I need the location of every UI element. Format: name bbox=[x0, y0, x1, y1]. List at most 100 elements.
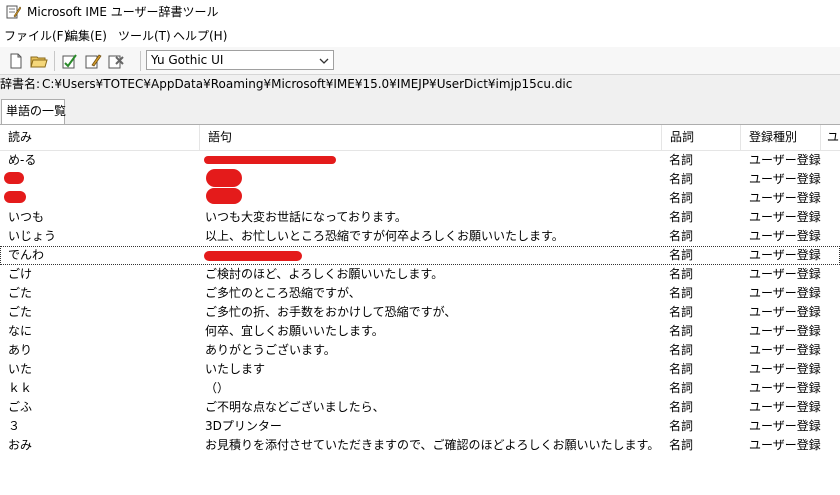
table-row-selected[interactable]: でんわ 名詞 ユーザー登録 bbox=[0, 246, 840, 265]
cell-type: ユーザー登録 bbox=[749, 267, 821, 281]
cell-hinshi: 名詞 bbox=[669, 229, 694, 243]
cell-goku: いたします bbox=[205, 362, 266, 376]
table-row[interactable]: ごた ご多忙の折、お手数をおかけして恐縮ですが、 名詞 ユーザー登録 bbox=[0, 303, 840, 322]
dictionary-path-value: C:¥Users¥TOTEC¥AppData¥Roaming¥Microsoft… bbox=[42, 77, 573, 91]
cell-yomi: ｋｋ bbox=[8, 381, 33, 395]
cell-hinshi: 名詞 bbox=[669, 153, 694, 167]
cell-goku: ご多忙の折、お手数をおかけして恐縮ですが、 bbox=[205, 305, 457, 319]
menu-file[interactable]: ファイル(F) bbox=[4, 28, 68, 44]
cell-yomi: いた bbox=[8, 362, 33, 376]
cell-yomi: おみ bbox=[8, 438, 33, 452]
cell-type: ユーザー登録 bbox=[749, 419, 821, 433]
cell-type: ユーザー登録 bbox=[749, 324, 821, 338]
table-row[interactable]: いつも いつも大変お世話になっております。 名詞 ユーザー登録 bbox=[0, 208, 840, 227]
cell-hinshi: 名詞 bbox=[669, 324, 694, 338]
column-header-label: 品詞 bbox=[670, 130, 695, 144]
cell-hinshi: 名詞 bbox=[669, 362, 694, 376]
cell-yomi: いつも bbox=[8, 210, 45, 224]
table-row[interactable]: 名詞 ユーザー登録 bbox=[0, 170, 840, 189]
column-header-label: 登録種別 bbox=[749, 130, 798, 144]
tab-word-list-label: 単語の一覧 bbox=[6, 104, 67, 118]
column-header-goku[interactable]: 語句 bbox=[200, 125, 662, 150]
cell-yomi: ごふ bbox=[8, 400, 33, 414]
open-folder-icon[interactable] bbox=[29, 51, 49, 71]
table-row[interactable]: ごた ご多忙のところ恐縮ですが、 名詞 ユーザー登録 bbox=[0, 284, 840, 303]
column-header-label: ユ bbox=[827, 130, 840, 144]
table-row[interactable]: め-る 名詞 ユーザー登録 bbox=[0, 151, 840, 170]
tab-word-list[interactable]: 単語の一覧 bbox=[1, 99, 67, 124]
cell-type: ユーザー登録 bbox=[749, 343, 821, 357]
cell-goku: ありがとうございます。 bbox=[205, 343, 336, 357]
column-header-comment[interactable]: ユ bbox=[821, 125, 840, 150]
cell-yomi bbox=[8, 189, 198, 208]
cell-hinshi: 名詞 bbox=[669, 248, 694, 262]
menu-edit[interactable]: 編集(E) bbox=[66, 28, 107, 44]
redaction-mark bbox=[204, 251, 302, 261]
table-row[interactable]: ごけ ご検討のほど、よろしくお願いいたします。 名詞 ユーザー登録 bbox=[0, 265, 840, 284]
column-header-label: 読み bbox=[8, 130, 33, 144]
register-word-icon[interactable] bbox=[60, 51, 80, 71]
cell-type: ユーザー登録 bbox=[749, 362, 821, 376]
cell-type: ユーザー登録 bbox=[749, 172, 821, 186]
table-row[interactable]: いた いたします 名詞 ユーザー登録 bbox=[0, 360, 840, 379]
cell-yomi: ごた bbox=[8, 286, 33, 300]
menu-help[interactable]: ヘルプ(H) bbox=[173, 28, 227, 44]
redaction-mark bbox=[204, 156, 336, 164]
cell-goku: （） bbox=[205, 381, 230, 395]
cell-type: ユーザー登録 bbox=[749, 191, 821, 205]
cell-yomi: なに bbox=[8, 324, 33, 338]
table-row[interactable]: いじょう 以上、お忙しいところ恐縮ですが何卒よろしくお願いいたします。 名詞 ユ… bbox=[0, 227, 840, 246]
cell-goku: ご多忙のところ恐縮ですが、 bbox=[205, 286, 361, 300]
dictionary-path-label: 辞書名: bbox=[0, 77, 41, 91]
cell-yomi: め-る bbox=[8, 153, 37, 167]
column-header-yomi[interactable]: 読み bbox=[0, 125, 200, 150]
cell-type: ユーザー登録 bbox=[749, 438, 821, 452]
new-file-icon[interactable] bbox=[6, 51, 26, 71]
title-bar: Microsoft IME ユーザー辞書ツール bbox=[0, 0, 840, 24]
edit-word-icon[interactable] bbox=[83, 51, 103, 71]
cell-hinshi: 名詞 bbox=[669, 438, 694, 452]
list-header: 読み 語句 品詞 登録種別 ユ bbox=[0, 125, 840, 151]
window-title: Microsoft IME ユーザー辞書ツール bbox=[27, 5, 219, 19]
toolbar-separator bbox=[140, 51, 141, 71]
table-row[interactable]: ごふ ご不明な点などございましたら、 名詞 ユーザー登録 bbox=[0, 398, 840, 417]
table-row[interactable]: あり ありがとうございます。 名詞 ユーザー登録 bbox=[0, 341, 840, 360]
delete-word-icon[interactable] bbox=[106, 51, 126, 71]
table-row[interactable]: なに 何卒、宜しくお願いいたします。 名詞 ユーザー登録 bbox=[0, 322, 840, 341]
cell-yomi: あり bbox=[8, 343, 33, 357]
toolbar-separator bbox=[54, 51, 55, 71]
menu-tools[interactable]: ツール(T) bbox=[118, 28, 171, 44]
cell-yomi: ３ bbox=[8, 419, 21, 433]
cell-hinshi: 名詞 bbox=[669, 172, 694, 186]
cell-goku: お見積りを添付させていただきますので、ご確認のほどよろしくお願いいたします。 bbox=[205, 438, 660, 452]
cell-yomi bbox=[8, 170, 198, 189]
cell-type: ユーザー登録 bbox=[749, 210, 821, 224]
cell-hinshi: 名詞 bbox=[669, 400, 694, 414]
table-row[interactable]: おみ お見積りを添付させていただきますので、ご確認のほどよろしくお願いいたします… bbox=[0, 436, 840, 455]
font-select-value: Yu Gothic UI bbox=[151, 53, 224, 67]
toolbar: Yu Gothic UI bbox=[0, 47, 840, 75]
tab-strip: 単語の一覧 bbox=[0, 93, 840, 124]
redaction-mark bbox=[4, 172, 24, 184]
menu-bar: ファイル(F) 編集(E) ツール(T) ヘルプ(H) bbox=[0, 25, 840, 48]
column-header-type[interactable]: 登録種別 bbox=[741, 125, 821, 150]
table-row[interactable]: ｋｋ （） 名詞 ユーザー登録 bbox=[0, 379, 840, 398]
cell-hinshi: 名詞 bbox=[669, 343, 694, 357]
cell-type: ユーザー登録 bbox=[749, 305, 821, 319]
table-row[interactable]: ３ 3Dプリンター 名詞 ユーザー登録 bbox=[0, 417, 840, 436]
dictionary-path-bar: 辞書名: C:¥Users¥TOTEC¥AppData¥Roaming¥Micr… bbox=[0, 75, 840, 93]
font-select[interactable]: Yu Gothic UI bbox=[146, 50, 334, 70]
cell-goku: いつも大変お世話になっております。 bbox=[205, 210, 407, 224]
cell-goku bbox=[205, 170, 660, 189]
cell-goku: 以上、お忙しいところ恐縮ですが何卒よろしくお願いいたします。 bbox=[205, 229, 564, 243]
redaction-mark bbox=[4, 191, 26, 203]
table-row[interactable]: 名詞 ユーザー登録 bbox=[0, 189, 840, 208]
redaction-mark bbox=[206, 188, 242, 204]
chevron-down-icon bbox=[319, 58, 329, 64]
column-header-label: 語句 bbox=[208, 130, 233, 144]
cell-yomi: ごた bbox=[8, 305, 33, 319]
cell-hinshi: 名詞 bbox=[669, 286, 694, 300]
column-header-hinshi[interactable]: 品詞 bbox=[662, 125, 741, 150]
cell-goku: ご検討のほど、よろしくお願いいたします。 bbox=[205, 267, 444, 281]
cell-type: ユーザー登録 bbox=[749, 248, 821, 262]
